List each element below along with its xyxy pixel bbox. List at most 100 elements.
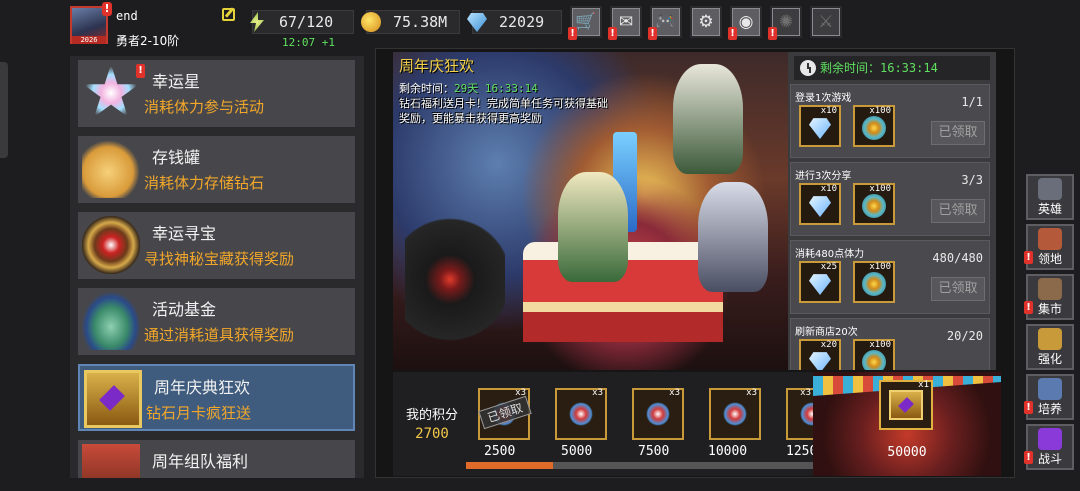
nav-market[interactable]: 集市!: [1024, 274, 1074, 320]
alert-badge: !: [1024, 251, 1033, 264]
nav-label: 领地: [1037, 252, 1062, 266]
alert-badge: !: [1024, 301, 1033, 314]
activity-title: 幸运寻宝: [152, 224, 217, 243]
final-reward-item[interactable]: x1: [879, 380, 933, 430]
milestone-reward[interactable]: x3: [555, 388, 607, 440]
activity-item-treasure-hunt[interactable]: 幸运寻宝 寻找神秘宝藏获得奖励: [78, 212, 355, 279]
reward-quantity: x10: [820, 184, 837, 194]
event-timer: 剩余时间：29天 16:33:14: [399, 80, 538, 96]
final-reward[interactable]: x1 50000: [813, 372, 1001, 476]
my-score-label: 我的积分: [405, 408, 458, 423]
nav-label: 战斗: [1037, 452, 1062, 466]
task-progress: 20/20: [946, 329, 983, 343]
diamond-icon: [809, 274, 831, 295]
gold-counter[interactable]: 75.38M: [361, 10, 460, 34]
activity-item-fund[interactable]: 活动基金 通过消耗道具获得奖励: [78, 288, 355, 355]
reward-diamond-item[interactable]: x20: [799, 339, 841, 370]
market-icon: [1038, 278, 1062, 300]
task-progress: 1/1: [961, 95, 983, 109]
milestone-reward[interactable]: x3: [786, 388, 824, 440]
nav-territory[interactable]: 领地!: [1024, 224, 1074, 270]
task-name: 消耗480点体力: [795, 249, 865, 260]
nav-enhance[interactable]: 强化: [1026, 324, 1074, 370]
activity-title: 周年组队福利: [152, 452, 249, 471]
stamina-counter[interactable]: 67/120: [250, 10, 354, 34]
claimed-button[interactable]: 已领取: [931, 121, 985, 145]
enhance-icon: [1038, 328, 1062, 350]
activity-subtitle: 寻找神秘宝藏获得奖励: [144, 250, 295, 268]
milestone-threshold: 2500: [484, 444, 516, 459]
diamond-counter[interactable]: 22029: [467, 10, 562, 34]
gift-pack-icon: [723, 402, 747, 426]
diamond-icon: [809, 196, 831, 217]
money-bag-icon: [82, 292, 140, 350]
reward-diamond-item[interactable]: x10: [799, 183, 841, 225]
gamepad-button[interactable]: 🎮!: [648, 6, 682, 40]
gift-pack-icon: [646, 402, 670, 426]
firework-icon: ✺: [778, 12, 794, 32]
reward-diamond-item[interactable]: x25: [799, 261, 841, 303]
left-edge-tab[interactable]: [0, 62, 8, 158]
activity-item-anniversary-carnival[interactable]: 周年庆典狂欢 钻石月卡疯狂送: [78, 364, 355, 431]
crossed-swords-button[interactable]: ⚔: [810, 6, 842, 38]
nav-train[interactable]: 培养!: [1024, 374, 1074, 420]
gamepad-icon: 🎮: [655, 12, 677, 32]
alert-badge: !: [728, 27, 737, 40]
activity-item-lucky-star[interactable]: ! 幸运星 消耗体力参与活动: [78, 60, 355, 127]
activity-title: 周年庆典狂欢: [154, 378, 251, 397]
nav-label: 培养: [1037, 402, 1062, 416]
edit-name-icon[interactable]: [222, 8, 235, 21]
task-list[interactable]: 剩余时间：16:33:14 登录1次游戏 1/1 x10 x100 已领取 进行3次分享 3…: [788, 52, 996, 370]
gift-chest-icon: [82, 444, 140, 478]
alert-badge: !: [568, 27, 577, 40]
archer-character-art: [673, 64, 743, 174]
task-name: 刷新商店20次: [795, 327, 858, 338]
train-icon: [1038, 378, 1062, 400]
milestone-threshold: 5000: [561, 444, 593, 459]
mail-button[interactable]: ✉!: [608, 6, 642, 40]
shop-cart-button[interactable]: 🛒!: [568, 6, 602, 40]
reward-quantity: x100: [869, 106, 891, 116]
my-score-value: 2700: [415, 426, 449, 442]
task-row: 登录1次游戏 1/1 x10 x100 已领取: [790, 84, 990, 158]
reward-diamond-item[interactable]: x10: [799, 105, 841, 147]
stamina-lightning-icon: [250, 12, 264, 32]
color-wheel-button[interactable]: ◉!: [728, 6, 762, 40]
gift-pack-icon: [569, 402, 593, 426]
milestone-reward[interactable]: x3: [632, 388, 684, 440]
avatar-alert-badge: !: [102, 2, 112, 16]
settings-gear-button[interactable]: ⚙: [690, 6, 722, 38]
alert-badge: !: [768, 27, 777, 40]
milestone-reward[interactable]: x3: [709, 388, 761, 440]
milestone-reward[interactable]: x3 已领取: [478, 388, 532, 440]
stamina-regen-timer: 12:07 +1: [282, 36, 335, 49]
activity-item-piggy-bank[interactable]: 存钱罐 消耗体力存储钻石: [78, 136, 355, 203]
activity-item-team-bonus[interactable]: 周年组队福利: [78, 440, 355, 478]
player-rank: 勇者2-10阶: [116, 34, 180, 48]
crossed-swords-icon: ⚔: [818, 12, 834, 32]
piggy-bank-icon: [82, 140, 140, 198]
my-score: 我的积分 2700: [400, 404, 464, 442]
activity-subtitle: 消耗体力参与活动: [144, 98, 265, 116]
reward-orb-item[interactable]: x100: [853, 261, 895, 303]
firework-button[interactable]: ✺!: [768, 6, 802, 40]
reward-orb-item[interactable]: x100: [853, 105, 895, 147]
nav-label: 强化: [1037, 352, 1062, 366]
nav-battle-portal[interactable]: 战斗!: [1024, 424, 1074, 470]
reward-orb-item[interactable]: x100: [853, 339, 895, 370]
player-avatar[interactable]: ! 2026: [70, 2, 112, 44]
reward-quantity: x3: [746, 388, 757, 398]
reward-orb-item[interactable]: x100: [853, 183, 895, 225]
claimed-button[interactable]: 已领取: [931, 277, 985, 301]
activity-list[interactable]: ! 幸运星 消耗体力参与活动 存钱罐 消耗体力存储钻石 幸运寻宝 寻找神秘宝藏获…: [70, 56, 364, 478]
claimed-button[interactable]: 已领取: [931, 199, 985, 223]
reward-quantity: x100: [869, 340, 891, 350]
event-description: 钻石福利送月卡！完成简单任务可获得基础奖励，更能暴击获得更高奖励: [399, 97, 608, 125]
elf-character-art: [558, 172, 628, 282]
lucky-star-icon: [83, 64, 139, 117]
nav-hero[interactable]: 英雄: [1026, 174, 1074, 220]
event-title: 周年庆狂欢: [399, 57, 475, 75]
alert-badge: !: [1024, 451, 1033, 464]
star-orb-icon: [862, 116, 886, 140]
milestone-threshold: 12500: [786, 444, 813, 459]
